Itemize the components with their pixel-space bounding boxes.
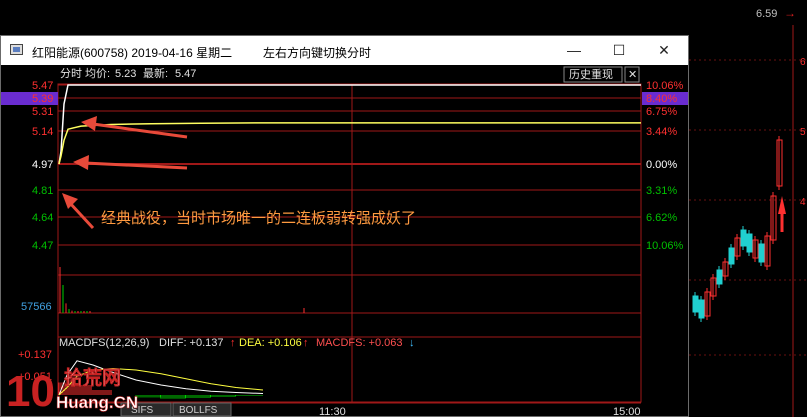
bg-candle-body [692, 295, 699, 313]
app-icon [10, 44, 23, 55]
pct-axis-right: 10.06%8.40%6.75%3.44%0.00%3.31%6.62%10.0… [642, 80, 688, 252]
window-hint: 左右方向键切换分时 [263, 46, 372, 60]
price-series [58, 84, 641, 165]
watermark-brand: 10 [6, 367, 55, 416]
arrow-3 [67, 200, 95, 230]
screen: 6 5 4 6.59 → 红阳能源(600758) 2019-04-16 星期二 左… [0, 0, 807, 417]
bg-axis-tick: 4 [800, 197, 806, 208]
pct-tick-label: 0.00% [646, 159, 677, 171]
macd-macdfs-arrow: ↓ [409, 337, 415, 349]
time-tick-label: 15:00 [613, 406, 641, 416]
minimize-button[interactable]: — [561, 40, 587, 60]
close-button[interactable]: ✕ [651, 40, 677, 60]
macd-diff: DIFF: +0.137 [159, 337, 224, 349]
price-tick-label: 5.47 [32, 80, 53, 92]
info-bar: 分时 均价: 5.23 最新: 5.47 [60, 66, 196, 80]
watermark-name: 拾荒网 [64, 366, 121, 389]
price-tick-label: 4.97 [32, 159, 53, 171]
bg-candle-body [740, 229, 747, 247]
avg-label: 均价: [85, 67, 110, 80]
arrow-3-head [62, 193, 78, 209]
watermark-site: Huang.CN [56, 393, 138, 412]
history-button[interactable]: 历史重现 [563, 66, 623, 83]
price-tick-label: 5.31 [32, 106, 53, 118]
bg-axis-tick: 6 [800, 57, 806, 68]
tab-bollfs[interactable]: BOLLFS [179, 405, 218, 416]
price-tick-label: 5.39 [32, 93, 53, 105]
bg-candle-body [728, 247, 735, 265]
window-title: 红阳能源(600758) 2019-04-16 星期二 [32, 46, 233, 60]
pct-tick-label: 6.75% [646, 106, 677, 118]
macd-macdfs: MACDFS: +0.063 [316, 337, 403, 349]
info-label: 分时 [60, 67, 82, 80]
pct-tick-label: 3.44% [646, 126, 677, 138]
external-price-label: 6.59 [756, 8, 778, 20]
svg-text:✕: ✕ [628, 69, 637, 81]
price-tick-label: 4.81 [32, 185, 53, 197]
pct-tick-label: 10.06% [646, 80, 684, 92]
latest-value: 5.47 [175, 68, 196, 80]
time-axis: 11:30 15:00 [319, 406, 641, 417]
macd-diff-arrow: ↑ [230, 337, 236, 349]
macd-header: MACDFS(12,26,9) DIFF: +0.137 ↑ DEA: +0.1… [59, 337, 415, 349]
volume-label: 57566 [21, 301, 52, 313]
pct-tick-label: 8.40% [646, 93, 677, 105]
bg-candle-body [746, 233, 753, 253]
intraday-window: 红阳能源(600758) 2019-04-16 星期二 左右方向键切换分时 — … [0, 35, 689, 417]
price-tick-label: 5.14 [32, 126, 53, 138]
watermark-logo: 10 拾荒网 Huang.CN [4, 362, 144, 417]
external-arrow-icon: → [784, 6, 796, 20]
bg-candle-body [698, 299, 705, 319]
macd-dea-arrow: ↑ [303, 337, 309, 349]
bg-up-arrow-icon [778, 196, 786, 214]
bg-axis-tick: 5 [800, 127, 806, 138]
pct-tick-label: 10.06% [646, 240, 684, 252]
avg-value: 5.23 [115, 68, 136, 80]
window-titlebar[interactable]: 红阳能源(600758) 2019-04-16 星期二 左右方向键切换分时 — … [1, 36, 688, 65]
pct-tick-label: 3.31% [646, 185, 677, 197]
pct-tick-label: 6.62% [646, 212, 677, 224]
arrow-1-head [81, 116, 97, 131]
volume-bars [59, 267, 305, 313]
annotation-text: 经典战役，当时市场唯一的二连板弱转强成妖了 [101, 209, 416, 227]
latest-label: 最新: [143, 66, 168, 80]
macd-title: MACDFS(12,26,9) [59, 337, 149, 349]
history-button-label: 历史重现 [569, 67, 613, 81]
macd-tick-label: +0.137 [18, 349, 52, 361]
average-line [58, 122, 641, 165]
maximize-button[interactable]: ☐ [606, 40, 632, 60]
bg-candle-body [758, 243, 765, 263]
price-tick-label: 4.47 [32, 240, 53, 252]
macd-dea: DEA: +0.106 [239, 337, 302, 349]
bg-candle-body [716, 269, 723, 285]
time-tick-label: 11:30 [319, 406, 346, 416]
close-panel-button[interactable]: ✕ [624, 66, 640, 83]
arrow-2-head [73, 155, 89, 170]
price-tick-label: 4.64 [32, 212, 53, 224]
price-axis-left: 5.475.395.31 5.14 4.97 4.81 4.64 4.47 [1, 80, 58, 252]
